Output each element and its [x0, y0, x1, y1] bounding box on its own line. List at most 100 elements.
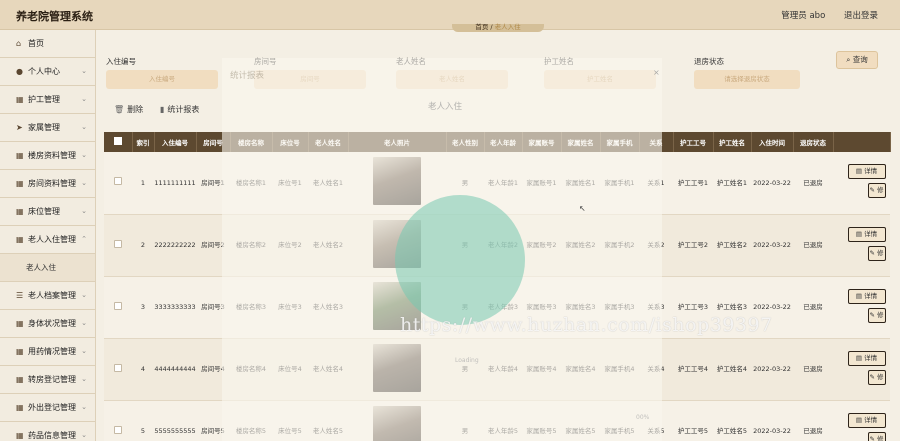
row-actions: ▤ 详情 ✎ 修改	[833, 214, 890, 277]
elder-name-label: 老人姓名	[396, 57, 426, 66]
modal-title: 统计报表	[230, 71, 265, 81]
grid-icon: ▦	[16, 179, 24, 188]
sidebar-item-rooms[interactable]: ▦ 房间资料管理 ⌄	[0, 170, 95, 198]
cell-rel: 关系4	[639, 338, 673, 401]
cell-age: 老人年龄2	[484, 214, 522, 277]
pencil-icon: ✎	[869, 186, 877, 195]
cell-nurse_no: 护工工号4	[673, 338, 713, 401]
cell-fam_phone: 家属手机5	[600, 400, 639, 441]
cell-date: 2022-03-22	[751, 214, 793, 277]
cell-bed: 床位号1	[272, 152, 308, 215]
checkin-table: 索引 入住编号 房间号 楼房名称 床位号 老人姓名 老人照片 老人性别 老人年龄…	[104, 132, 891, 441]
cell-fam_acc: 家属账号4	[522, 338, 561, 401]
delete-button[interactable]: 🗑 删除	[114, 104, 143, 115]
cell-age: 老人年龄1	[484, 152, 522, 215]
cell-date: 2022-03-22	[751, 338, 793, 401]
chevron-down-icon: ⌄	[81, 347, 87, 355]
sidebar-item-health[interactable]: ▦ 身体状况管理 ⌄	[0, 310, 95, 338]
checkout-status-select[interactable]: 请选择退房状态	[694, 70, 800, 89]
grid-icon: ▦	[16, 403, 24, 412]
detail-button[interactable]: ▤ 详情	[847, 226, 886, 242]
cell-fam_acc: 家属账号5	[522, 400, 561, 441]
chevron-down-icon: ⌄	[81, 375, 87, 383]
col-header: 床位号	[272, 132, 309, 152]
row-checkbox[interactable]	[104, 400, 132, 441]
logout-link[interactable]: 退出登录	[844, 11, 878, 21]
checkin-no-input[interactable]: 入住编号	[106, 70, 218, 89]
col-header: 家属账号	[522, 132, 562, 152]
cell-fam_name: 家属姓名4	[561, 338, 600, 401]
cell-idx: 2	[132, 214, 154, 277]
sidebar-item-archives[interactable]: ☰ 老人档案管理 ⌄	[0, 282, 95, 310]
search-button[interactable]: ⌕ 查询	[836, 51, 878, 69]
sidebar-item-buildings[interactable]: ▦ 楼房资料管理 ⌄	[0, 142, 95, 170]
cell-room: 房间号1	[196, 152, 230, 215]
cell-building: 楼房名称3	[230, 276, 272, 339]
row-checkbox[interactable]	[104, 338, 132, 401]
cell-gender: 男	[446, 276, 484, 339]
close-icon[interactable]: ×	[653, 68, 660, 77]
chevron-down-icon: ⌄	[81, 207, 87, 215]
detail-button[interactable]: ▤ 详情	[847, 350, 886, 366]
cell-nurse_name: 护工姓名2	[713, 214, 751, 277]
cell-building: 楼房名称4	[230, 338, 272, 401]
select-all-checkbox[interactable]	[104, 132, 133, 152]
checkout-status-label: 退房状态	[694, 57, 724, 66]
sidebar-item-families[interactable]: ➤ 家属管理 ⌄	[0, 114, 95, 142]
cell-bed: 床位号3	[272, 276, 308, 339]
nurse-name-input[interactable]: 护工姓名	[544, 70, 656, 89]
cell-name: 老人姓名3	[308, 276, 348, 339]
cell-building: 楼房名称1	[230, 152, 272, 215]
cell-age: 老人年龄5	[484, 400, 522, 441]
cell-room: 房间号5	[196, 400, 230, 441]
cell-fam_phone: 家属手机1	[600, 152, 639, 215]
detail-button[interactable]: ▤ 详情	[847, 288, 886, 304]
edit-button[interactable]: ✎ 修改	[867, 307, 886, 323]
edit-button[interactable]: ✎ 修改	[867, 183, 886, 199]
chevron-down-icon: ⌄	[81, 95, 87, 103]
cell-room: 房间号2	[196, 214, 230, 277]
row-checkbox[interactable]	[104, 214, 132, 277]
col-header: 房间号	[196, 132, 231, 152]
chevron-down-icon: ⌄	[81, 179, 87, 187]
sidebar-item-drugs[interactable]: ▦ 药品信息管理 ⌄	[0, 422, 95, 441]
edit-button[interactable]: ✎ 修改	[867, 369, 886, 385]
cell-nurse_no: 护工工号3	[673, 276, 713, 339]
bar-chart-icon: ▮	[160, 105, 165, 114]
chevron-down-icon: ⌄	[81, 431, 87, 439]
sidebar-item-medication[interactable]: ▦ 用药情况管理 ⌄	[0, 338, 95, 366]
sidebar-item-beds[interactable]: ▦ 床位管理 ⌄	[0, 198, 95, 226]
cell-building: 楼房名称2	[230, 214, 272, 277]
row-actions: ▤ 详情 ✎ 修改	[833, 152, 890, 215]
detail-button[interactable]: ▤ 详情	[847, 164, 886, 180]
row-checkbox[interactable]	[104, 152, 132, 215]
chevron-down-icon: ⌄	[81, 67, 87, 75]
detail-button[interactable]: ▤ 详情	[847, 412, 886, 428]
ghost-label: Loading	[455, 357, 479, 364]
elder-name-input[interactable]: 老人姓名	[396, 70, 508, 89]
cell-fam_phone: 家属手机4	[600, 338, 639, 401]
row-actions: ▤ 详情 ✎ 修改	[833, 338, 890, 401]
sidebar-item-home[interactable]: ⌂ 首页	[0, 30, 95, 58]
chevron-down-icon: ⌄	[81, 291, 87, 299]
sidebar-subitem-checkin[interactable]: 老人入住	[0, 254, 95, 282]
edit-button[interactable]: ✎ 修改	[867, 431, 886, 441]
cell-nurse_no: 护工工号1	[673, 152, 713, 215]
room-no-input[interactable]: 房间号	[254, 70, 366, 89]
cell-idx: 1	[132, 152, 154, 215]
doc-icon: ▤	[855, 353, 865, 362]
sidebar-item-nurses[interactable]: ▦ 护工管理 ⌄	[0, 86, 95, 114]
stats-report-button[interactable]: ▮ 统计报表	[160, 104, 199, 115]
edit-button[interactable]: ✎ 修改	[867, 245, 886, 261]
sidebar-item-transfer[interactable]: ▦ 转房登记管理 ⌄	[0, 366, 95, 394]
sidebar-item-profile[interactable]: ● 个人中心 ⌄	[0, 58, 95, 86]
row-checkbox[interactable]	[104, 276, 132, 339]
ghost-label: 00%	[636, 414, 650, 421]
sidebar-item-outing[interactable]: ▦ 外出登记管理 ⌄	[0, 394, 95, 422]
row-actions: ▤ 详情 ✎ 修改	[833, 276, 890, 339]
col-header: 老人年龄	[484, 132, 523, 152]
mouse-cursor-icon: ↖	[579, 204, 586, 213]
send-icon: ➤	[16, 123, 23, 132]
sidebar-item-checkin[interactable]: ▦ 老人入住管理 ⌃	[0, 226, 95, 254]
cell-idx: 3	[132, 276, 154, 339]
